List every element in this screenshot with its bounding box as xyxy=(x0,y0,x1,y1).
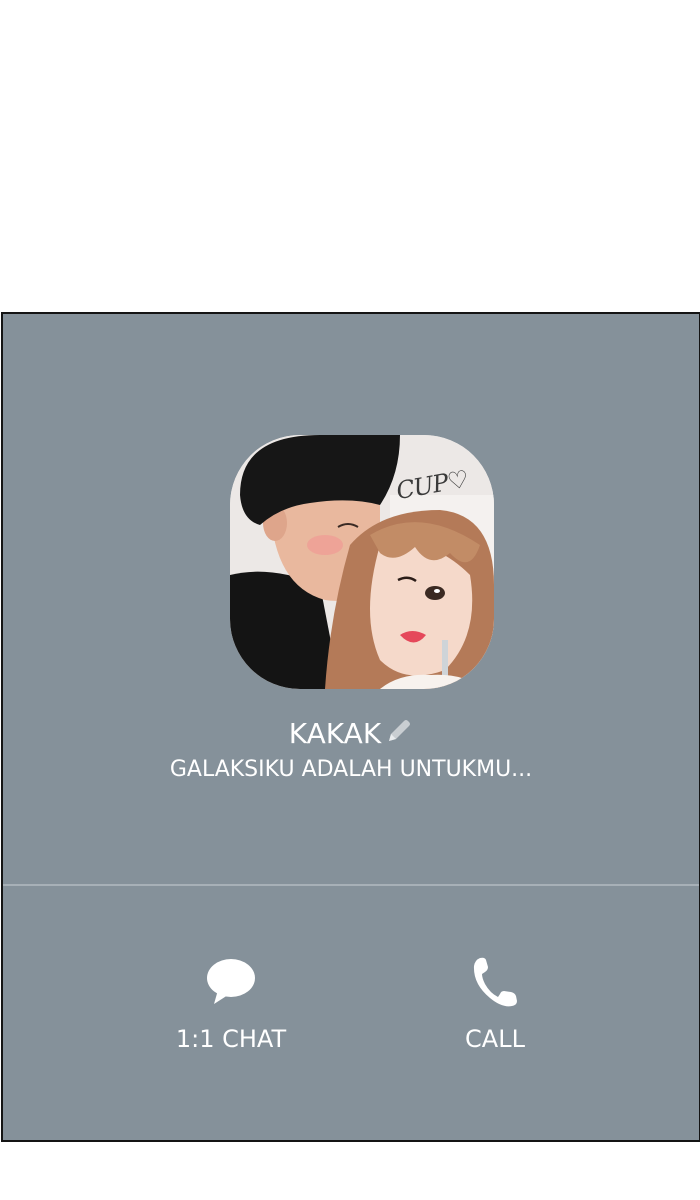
chat-button[interactable]: 1:1 CHAT xyxy=(131,954,331,1054)
profile-name: KAKAK xyxy=(288,717,382,750)
status-message: GALAKSIKU ADALAH UNTUKMU... xyxy=(169,757,533,782)
profile-name-row: KAKAK xyxy=(3,716,699,754)
chat-label: 1:1 CHAT xyxy=(175,1025,287,1053)
pencil-icon[interactable] xyxy=(385,717,413,754)
profile-card: CUP♡ KAKAK GALAKSIKU ADALAH UNTUKMU... 1… xyxy=(1,312,700,1142)
chat-bubble-icon xyxy=(131,954,331,1010)
call-button[interactable]: CALL xyxy=(395,954,595,1054)
divider xyxy=(3,884,699,886)
profile-avatar[interactable]: CUP♡ xyxy=(230,435,494,689)
call-label: CALL xyxy=(465,1025,525,1053)
phone-icon xyxy=(395,954,595,1010)
